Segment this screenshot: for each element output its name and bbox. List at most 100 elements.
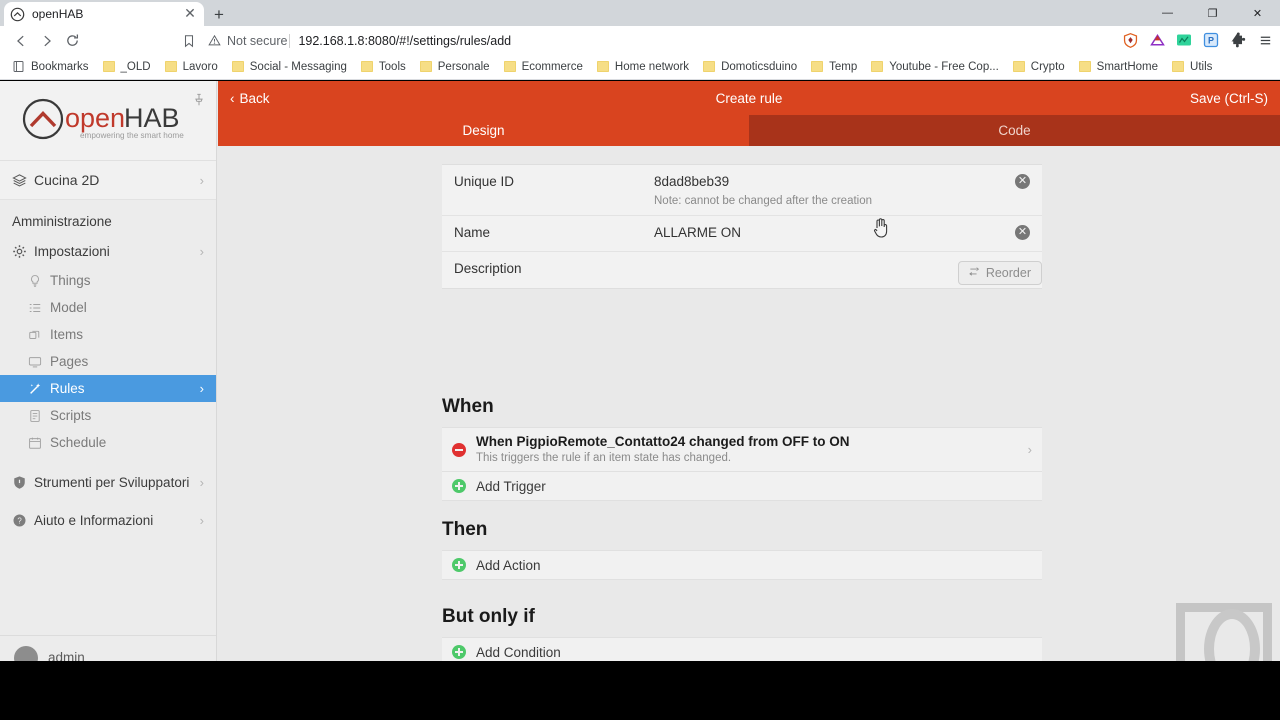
sidebar-item-strumenti-sviluppatori[interactable]: Strumenti per Sviluppatori › bbox=[0, 466, 216, 498]
tab-code[interactable]: Code bbox=[749, 115, 1280, 146]
folder-icon bbox=[164, 61, 177, 72]
bookmark-item[interactable]: Tools bbox=[355, 56, 412, 78]
bulb-icon bbox=[28, 274, 50, 288]
omnibox[interactable]: Not secure 192.168.1.8:8080/#!/settings/… bbox=[208, 30, 1008, 51]
sidebar-item-impostazioni[interactable]: Impostazioni › bbox=[0, 235, 216, 267]
cubes-icon bbox=[28, 328, 50, 342]
minimize-button[interactable]: — bbox=[1145, 0, 1190, 26]
sidebar-user-row[interactable]: admin bbox=[0, 635, 216, 661]
forward-arrow-icon[interactable] bbox=[36, 30, 57, 51]
layers-icon bbox=[12, 173, 34, 188]
chevron-right-icon: › bbox=[199, 474, 204, 490]
svg-text:HAB: HAB bbox=[124, 103, 180, 133]
clear-circle-icon[interactable]: ✕ bbox=[1015, 174, 1030, 189]
window-close-button[interactable]: ✕ bbox=[1235, 0, 1280, 26]
bookmark-item[interactable]: _OLD bbox=[97, 56, 157, 78]
svg-text:?: ? bbox=[17, 516, 22, 525]
wand-icon bbox=[28, 382, 50, 396]
maximize-button[interactable]: ❐ bbox=[1190, 0, 1235, 26]
reorder-button[interactable]: Reorder bbox=[957, 261, 1042, 285]
bookmark-item[interactable]: Home network bbox=[591, 56, 695, 78]
sidebar-item-things[interactable]: Things bbox=[0, 267, 216, 294]
bookmarks-bar: Bookmarks _OLD Lavoro Social - Messaging… bbox=[0, 54, 1280, 80]
sidebar-item-scripts[interactable]: Scripts bbox=[0, 402, 216, 429]
green-sheet-extension-icon[interactable] bbox=[1173, 29, 1195, 51]
section-heading-but-only-if: But only if bbox=[442, 606, 535, 627]
blue-p-extension-icon[interactable]: P bbox=[1200, 29, 1222, 51]
sidebar-item-pages[interactable]: Pages bbox=[0, 348, 216, 375]
sidebar-item-label: Model bbox=[50, 300, 87, 315]
bookmark-item[interactable]: SmartHome bbox=[1073, 56, 1164, 78]
folder-icon bbox=[1172, 61, 1185, 72]
field-value: 8dad8beb39 bbox=[654, 174, 730, 189]
add-circle-icon[interactable] bbox=[452, 479, 466, 493]
name-row[interactable]: Name ALLARME ON ✕ bbox=[442, 216, 1042, 252]
sidebar-item-items[interactable]: Items bbox=[0, 321, 216, 348]
unique-id-row[interactable]: Unique ID 8dad8beb39 Note: cannot be cha… bbox=[442, 165, 1042, 216]
tab-design[interactable]: Design bbox=[218, 115, 749, 146]
reorder-icon bbox=[969, 266, 980, 280]
bookmark-item[interactable]: Social - Messaging bbox=[226, 56, 353, 78]
puzzle-extensions-icon[interactable] bbox=[1227, 29, 1249, 51]
browser-tab-title: openHAB bbox=[32, 7, 84, 21]
gear-icon bbox=[12, 244, 34, 259]
sidebar-item-cucina-2d[interactable]: Cucina 2D › bbox=[0, 161, 216, 200]
bookmark-star-icon[interactable] bbox=[178, 30, 199, 51]
save-button[interactable]: Save (Ctrl-S) bbox=[1190, 91, 1268, 106]
reorder-row: Reorder bbox=[442, 261, 1042, 285]
add-action-label: Add Action bbox=[476, 557, 541, 573]
close-icon[interactable]: ✕ bbox=[182, 6, 198, 22]
sidebar-item-label: Aiuto e Informazioni bbox=[34, 512, 154, 528]
add-circle-icon[interactable] bbox=[452, 645, 466, 659]
section-heading-then: Then bbox=[442, 519, 488, 540]
shield-icon bbox=[12, 475, 34, 490]
folder-icon bbox=[102, 61, 115, 72]
bookmark-item[interactable]: Lavoro bbox=[159, 56, 224, 78]
sidebar-user-name: admin bbox=[48, 650, 85, 661]
add-circle-icon[interactable] bbox=[452, 558, 466, 572]
editor-tab-bar: Design Code bbox=[218, 115, 1280, 146]
bookmark-item[interactable]: Bookmarks bbox=[6, 56, 95, 78]
trigger-row[interactable]: When PigpioRemote_Contatto24 changed fro… bbox=[442, 428, 1042, 471]
chevron-right-icon: › bbox=[199, 172, 204, 188]
sidebar-item-rules[interactable]: Rules › bbox=[0, 375, 216, 402]
add-action-row[interactable]: Add Action bbox=[442, 551, 1042, 579]
pin-icon[interactable] bbox=[192, 93, 206, 107]
bookmark-item[interactable]: Ecommerce bbox=[498, 56, 589, 78]
bookmark-label: Youtube - Free Cop... bbox=[889, 60, 999, 73]
triangle-extension-icon[interactable] bbox=[1146, 29, 1168, 51]
new-tab-button[interactable]: + bbox=[208, 4, 230, 26]
when-list: When PigpioRemote_Contatto24 changed fro… bbox=[442, 427, 1042, 501]
reload-icon[interactable] bbox=[62, 30, 83, 51]
add-condition-row[interactable]: Add Condition bbox=[442, 638, 1042, 661]
pointing-hand-cursor bbox=[872, 217, 890, 239]
bookmark-item[interactable]: Utils bbox=[1166, 56, 1218, 78]
bookmark-item[interactable]: Crypto bbox=[1007, 56, 1071, 78]
sidebar-item-aiuto-informazioni[interactable]: ? Aiuto e Informazioni › bbox=[0, 504, 216, 536]
folder-icon bbox=[596, 61, 609, 72]
add-trigger-label: Add Trigger bbox=[476, 478, 546, 494]
bookmark-item[interactable]: Personale bbox=[414, 56, 496, 78]
bookmark-label: Bookmarks bbox=[31, 60, 89, 73]
chevron-right-icon: › bbox=[199, 512, 204, 528]
chevron-right-icon: › bbox=[1027, 442, 1032, 457]
remove-circle-icon[interactable] bbox=[452, 442, 466, 457]
sidebar-item-label: Items bbox=[50, 327, 84, 342]
browser-tab[interactable]: openHAB ✕ bbox=[4, 2, 204, 26]
browser-menu-icon[interactable] bbox=[1254, 29, 1276, 51]
main-content: ‹ Back Create rule Save (Ctrl-S) Design … bbox=[218, 81, 1280, 661]
sidebar-item-schedule[interactable]: Schedule bbox=[0, 429, 216, 456]
add-trigger-row[interactable]: Add Trigger bbox=[442, 472, 1042, 500]
sidebar-section-title: Amministrazione bbox=[12, 214, 112, 229]
folder-icon bbox=[360, 61, 373, 72]
sidebar-item-model[interactable]: Model bbox=[0, 294, 216, 321]
clear-circle-icon[interactable]: ✕ bbox=[1015, 225, 1030, 240]
bookmark-label: SmartHome bbox=[1096, 60, 1159, 73]
bookmark-item[interactable]: Temp bbox=[805, 56, 863, 78]
bookmark-item[interactable]: Youtube - Free Cop... bbox=[865, 56, 1005, 78]
back-arrow-icon[interactable] bbox=[10, 30, 31, 51]
browser-tab-strip: openHAB ✕ + — ❐ ✕ bbox=[0, 0, 1280, 26]
field-label: Unique ID bbox=[454, 174, 515, 189]
brave-shield-icon[interactable] bbox=[1119, 29, 1141, 51]
bookmark-item[interactable]: Domoticsduino bbox=[697, 56, 803, 78]
